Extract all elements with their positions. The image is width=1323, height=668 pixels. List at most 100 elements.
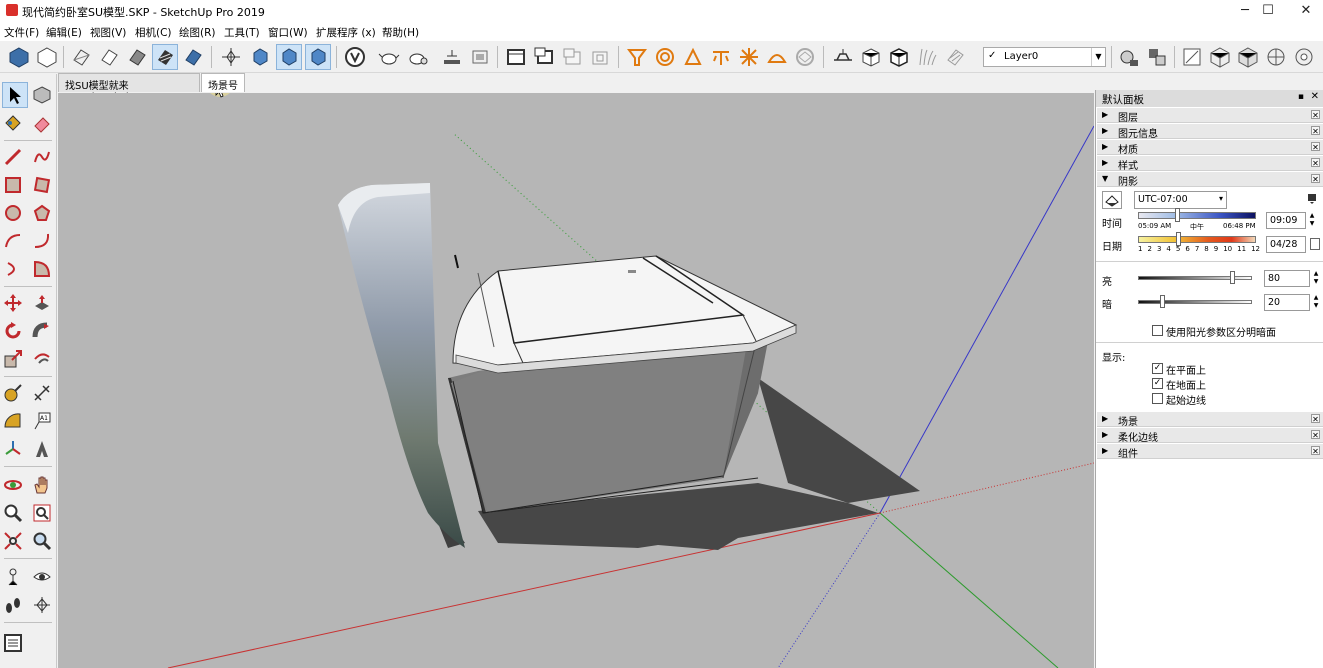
dark-slider[interactable] [1138,300,1252,304]
details-toggle-icon[interactable] [1307,193,1317,205]
offset-tool-icon[interactable] [29,346,55,372]
menu-window[interactable]: 窗口(W) [268,25,308,40]
proxy-export-icon[interactable] [886,44,912,70]
rotated-rectangle-icon[interactable] [29,172,55,198]
circle-tool-icon[interactable] [0,200,26,226]
window-gear-icon[interactable] [531,44,557,70]
zoom-extents-icon[interactable] [0,528,26,554]
interactive-render-icon[interactable] [405,44,431,70]
zoom-window-icon[interactable] [29,500,55,526]
position-camera-icon[interactable] [0,564,26,590]
close-button[interactable]: ✕ [1283,0,1323,22]
component-icon[interactable] [6,44,32,70]
shaded-icon[interactable] [124,44,150,70]
protractor-icon[interactable] [0,408,26,434]
sphere-grid-icon[interactable] [1263,44,1289,70]
window-lock-icon[interactable] [587,44,613,70]
ies-light-icon[interactable] [708,44,734,70]
scene-tab-2[interactable]: 场景号2 [201,73,245,103]
rotate-tool-icon[interactable] [0,318,26,344]
section-scenes[interactable]: ▶ 场景 ✕ [1097,412,1323,428]
mesh-clipper-icon[interactable] [942,44,968,70]
sphere-light-icon[interactable] [652,44,678,70]
menu-view[interactable]: 视图(V) [90,25,126,40]
group-icon[interactable] [34,44,60,70]
pan-tool-icon[interactable] [29,472,55,498]
polygon-tool-icon[interactable] [29,200,55,226]
select-tool-icon[interactable] [2,82,28,108]
light-spinner[interactable]: ▲ ▼ [1312,270,1320,287]
omni-light-icon[interactable] [624,44,650,70]
tape-measure-icon[interactable] [0,380,26,406]
date-slider-thumb[interactable] [1176,232,1181,246]
dark-slider-thumb[interactable] [1160,295,1165,308]
close-icon[interactable]: ✕ [1311,142,1320,152]
time-spinner[interactable]: ▲ ▼ [1308,212,1316,229]
frame-buffer-icon[interactable] [439,44,465,70]
iso-view-icon[interactable] [218,44,244,70]
scene-tab-1[interactable]: 找SU模型就来 www.imod.vip_0 [58,73,200,103]
paint-bucket-icon[interactable] [0,110,26,136]
date-input[interactable]: 04/28 [1266,236,1306,253]
time-slider-thumb[interactable] [1175,208,1180,222]
teapot-render-icon[interactable] [376,44,402,70]
dome-omni-icon[interactable] [736,44,762,70]
menu-draw[interactable]: 绘图(R) [179,25,216,40]
make-component-icon[interactable] [29,82,55,108]
menu-help[interactable]: 帮助(H) [382,25,419,40]
use-sun-checkbox[interactable] [1152,325,1163,336]
dark-spinner[interactable]: ▲ ▼ [1312,294,1320,311]
section-styles[interactable]: ▶ 样式 ✕ [1097,156,1323,172]
section-materials[interactable]: ▶ 材质 ✕ [1097,140,1323,156]
time-input[interactable]: 09:09 [1266,212,1306,229]
right-view-icon[interactable] [305,44,331,70]
on-ground-checkbox[interactable]: ✓ [1152,378,1163,389]
calendar-icon[interactable] [1310,238,1320,250]
walk-tool-icon[interactable] [0,592,26,618]
move-tool-icon[interactable] [0,290,26,316]
close-icon[interactable]: ✕ [1311,110,1320,120]
text-tool-icon[interactable]: A1 [29,408,55,434]
layer-dropdown[interactable]: ✓ Layer0 ▼ [983,47,1106,67]
box-side-icon[interactable] [1235,44,1261,70]
outliner-icon[interactable] [0,630,26,656]
date-slider[interactable] [1138,236,1256,243]
menu-extensions[interactable]: 扩展程序 (x) [316,25,376,40]
section-layers[interactable]: ▶ 图层 ✕ [1097,108,1323,124]
close-icon[interactable]: ✕ [1311,414,1320,424]
proxy-import-icon[interactable] [858,44,884,70]
mesh-light-icon[interactable] [792,44,818,70]
rectangle-tool-icon[interactable] [0,172,26,198]
3d-text-icon[interactable] [29,436,55,462]
close-icon[interactable]: ✕ [1311,158,1320,168]
pin-icon[interactable]: ▪ [1298,92,1304,102]
chevron-down-icon[interactable]: ▼ [1091,48,1105,66]
light-slider-thumb[interactable] [1230,271,1235,284]
window-frame-icon[interactable] [503,44,529,70]
xray-icon[interactable] [68,44,94,70]
close-icon[interactable]: ✕ [1311,174,1320,184]
fur-icon[interactable] [914,44,940,70]
model-viewport[interactable] [58,93,1094,668]
push-pull-icon[interactable] [29,290,55,316]
menu-edit[interactable]: 编辑(E) [46,25,82,40]
layer-tags-icon[interactable] [1144,44,1170,70]
timezone-select[interactable]: UTC-07:00 ▾ [1134,191,1227,209]
shaded-textures-icon[interactable] [152,44,178,70]
vray-icon[interactable] [342,44,368,70]
monochrome-icon[interactable] [180,44,206,70]
axes-tool-icon[interactable] [0,436,26,462]
menu-camera[interactable]: 相机(C) [135,25,172,40]
close-icon[interactable]: ✕ [1311,126,1320,136]
pie-tool-icon[interactable] [29,256,55,282]
section-soften-edges[interactable]: ▶ 柔化边线 ✕ [1097,428,1323,444]
dimension-tool-icon[interactable] [29,380,55,406]
dark-input[interactable]: 20 [1264,294,1310,311]
section-entity-info[interactable]: ▶ 图元信息 ✕ [1097,124,1323,140]
close-icon[interactable]: ✕ [1311,430,1320,440]
light-input[interactable]: 80 [1264,270,1310,287]
spot-light-icon[interactable] [680,44,706,70]
close-icon[interactable]: ✕ [1311,446,1320,456]
sphere-cut-icon[interactable] [1291,44,1317,70]
section-components[interactable]: ▶ 组件 ✕ [1097,444,1323,460]
